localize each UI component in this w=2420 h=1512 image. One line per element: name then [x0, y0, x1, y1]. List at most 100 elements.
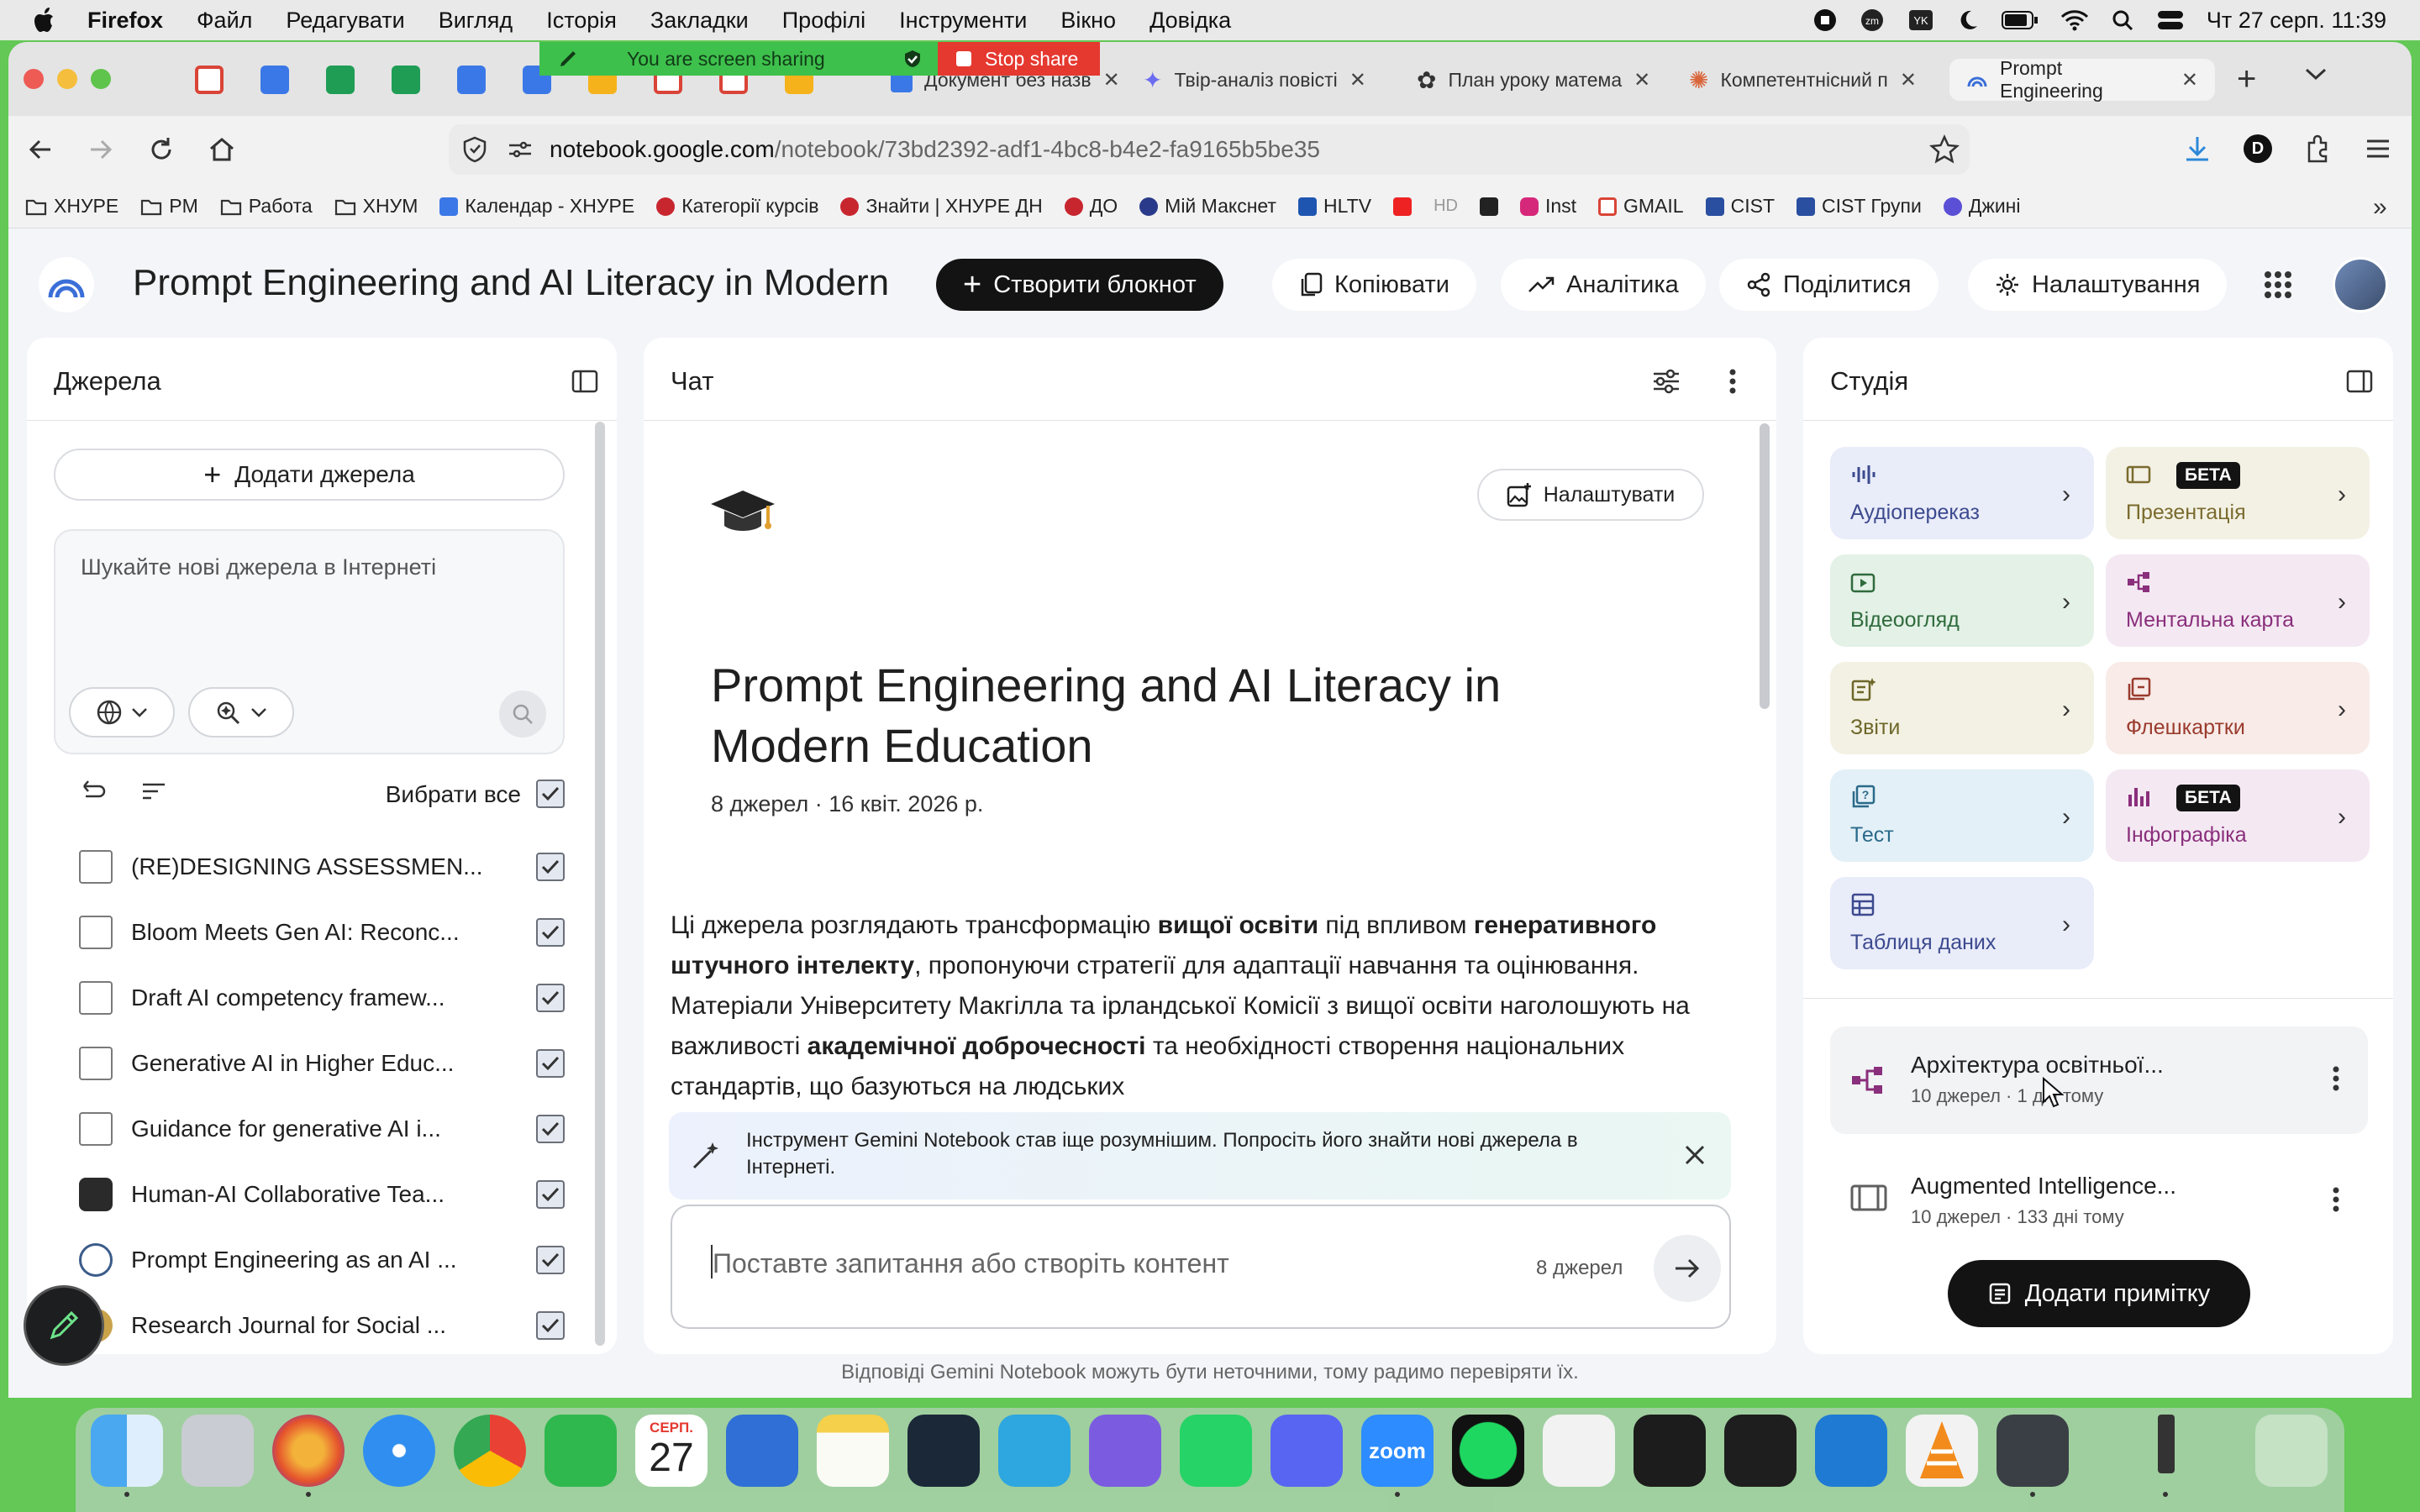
notebook-title[interactable]: Prompt Engineering and AI Literacy in Mo… — [133, 262, 889, 304]
menu-tools[interactable]: Інструменти — [899, 8, 1027, 34]
collapse-panel-icon[interactable] — [2346, 368, 2373, 395]
moon-icon[interactable] — [1956, 8, 1980, 32]
sheets-tab-icon[interactable] — [392, 66, 420, 94]
more-vert-icon[interactable] — [2331, 1186, 2341, 1213]
terminal-icon[interactable] — [1634, 1415, 1706, 1487]
address-bar[interactable]: notebook.google.com/notebook/73bd2392-ad… — [449, 124, 1970, 175]
close-tab-icon[interactable]: ✕ — [1103, 68, 1120, 92]
home-icon[interactable] — [207, 134, 237, 165]
sublime-text-icon[interactable] — [1996, 1415, 2069, 1487]
edit-fab-button[interactable] — [24, 1285, 104, 1366]
source-checkbox[interactable] — [536, 853, 565, 881]
keyboard-layout-icon[interactable]: YK — [1907, 8, 1934, 32]
chat-input[interactable]: Поставте запитання або створіть контент — [713, 1248, 1229, 1279]
bookmark-link[interactable]: Календар - ХНУРЕ — [439, 195, 634, 218]
user-avatar[interactable] — [2333, 257, 2388, 312]
bookmark-link[interactable]: ДО — [1064, 195, 1118, 218]
tab-competency[interactable]: ✺ Компетентнісний п ✕ — [1672, 59, 1933, 101]
customize-button[interactable]: Налаштувати — [1477, 469, 1704, 521]
steam-icon[interactable] — [908, 1415, 980, 1487]
notes-icon[interactable] — [817, 1415, 889, 1487]
mind-map-tile[interactable]: Ментальна карта › — [2106, 554, 2370, 647]
source-item[interactable]: Research Journal for Social ... — [79, 1305, 583, 1347]
source-checkbox[interactable] — [536, 918, 565, 947]
extensions-icon[interactable] — [2304, 134, 2333, 163]
vscode-icon[interactable] — [1815, 1415, 1887, 1487]
source-item[interactable]: Draft AI competency framew... — [79, 977, 583, 1019]
refresh-icon[interactable] — [77, 778, 106, 803]
source-item[interactable]: Bloom Meets Gen AI: Reconc... — [79, 911, 583, 953]
bookmark-link[interactable]: HD — [1434, 197, 1458, 216]
sheets-tab-icon[interactable] — [326, 66, 355, 94]
chat-options-icon[interactable] — [1652, 368, 1681, 395]
infographic-tile[interactable]: БЕТА Інфографіка › — [2106, 769, 2370, 862]
docs-tab-icon[interactable] — [457, 66, 486, 94]
audio-meter-icon[interactable] — [2158, 1415, 2175, 1473]
close-banner-icon[interactable] — [1682, 1142, 1707, 1168]
bookmark-star-icon[interactable] — [1929, 134, 1960, 165]
bookmark-link[interactable]: Джині — [1943, 195, 2021, 218]
zoom-app-icon[interactable]: zoom — [1361, 1415, 1434, 1487]
source-checkbox[interactable] — [536, 1115, 565, 1143]
finder-icon[interactable] — [91, 1415, 163, 1487]
menu-view[interactable]: Вигляд — [439, 8, 513, 34]
note-item[interactable]: Архітектура освітньої... 10 джерел · 1 д… — [1830, 1026, 2368, 1134]
source-checkbox[interactable] — [536, 1246, 565, 1274]
vlc-icon[interactable] — [1906, 1415, 1978, 1487]
more-vert-icon[interactable] — [1728, 368, 1738, 395]
source-item[interactable]: (RE)DESIGNING ASSESSMEN... — [79, 846, 583, 888]
bookmark-folder[interactable]: ХНУРЕ — [25, 195, 118, 218]
flashcards-tile[interactable]: Флешкартки › — [2106, 662, 2370, 754]
spotlight-search-icon[interactable] — [2111, 8, 2134, 32]
bookmark-link[interactable] — [1479, 197, 1498, 216]
bookmark-link[interactable]: GMAIL — [1598, 195, 1684, 218]
hamburger-menu-icon[interactable] — [2365, 136, 2391, 161]
quiz-tile[interactable]: ? Тест › — [1830, 769, 2094, 862]
forward-icon[interactable] — [86, 134, 116, 165]
bookmark-link[interactable]: Знайти | ХНУРЕ ДН — [840, 195, 1043, 218]
note-item[interactable]: Augmented Intelligence... 10 джерел · 13… — [1830, 1147, 2368, 1255]
robot-app-icon[interactable] — [1543, 1415, 1615, 1487]
analytics-button[interactable]: Аналітика — [1501, 259, 1706, 311]
web-source-selector[interactable] — [69, 687, 175, 738]
bookmark-folder[interactable]: PM — [140, 195, 198, 218]
close-tab-icon[interactable]: ✕ — [1634, 68, 1650, 92]
add-note-button[interactable]: Додати примітку — [1948, 1260, 2250, 1327]
clock[interactable]: Чт 27 серп. 11:39 — [2207, 8, 2386, 34]
calendar-app-icon[interactable]: СЕРП. 27 — [635, 1415, 708, 1487]
source-item[interactable]: Guidance for generative AI i... — [79, 1108, 583, 1150]
firefox-icon[interactable] — [272, 1415, 345, 1487]
send-button[interactable] — [1654, 1235, 1721, 1302]
zoom-status-icon[interactable]: zm — [1859, 8, 1886, 32]
whatsapp-icon[interactable] — [1180, 1415, 1252, 1487]
menu-profiles[interactable]: Профілі — [782, 8, 865, 34]
bookmark-link[interactable]: Мій Макснет — [1139, 195, 1276, 218]
trello-icon[interactable] — [726, 1415, 798, 1487]
source-checkbox[interactable] — [536, 1180, 565, 1209]
more-bookmarks-icon[interactable]: » — [2373, 193, 2387, 222]
bookmark-link[interactable]: Inst — [1519, 195, 1576, 218]
video-overview-tile[interactable]: Відеоогляд › — [1830, 554, 2094, 647]
more-vert-icon[interactable] — [2331, 1065, 2341, 1092]
audio-overview-tile[interactable]: Аудіопереказ › — [1830, 447, 2094, 539]
record-icon[interactable] — [1813, 8, 1837, 32]
source-item[interactable]: Generative AI in Higher Educ... — [79, 1042, 583, 1084]
tab-essay[interactable]: ✦ Твір-аналіз повісті ✕ — [1126, 59, 1383, 101]
bookmark-link[interactable]: CIST — [1705, 195, 1775, 218]
numbers-icon[interactable] — [544, 1415, 617, 1487]
wifi-icon[interactable] — [2060, 8, 2089, 32]
control-center-icon[interactable] — [2156, 8, 2185, 32]
downloads-icon[interactable] — [2183, 134, 2212, 163]
tab-lesson-plan[interactable]: ✿ План уроку матема ✕ — [1400, 59, 1667, 101]
stop-share-button[interactable]: Stop share — [938, 42, 1100, 76]
bookmark-link[interactable]: HLTV — [1297, 195, 1371, 218]
spotify-icon[interactable] — [1452, 1415, 1524, 1487]
data-table-tile[interactable]: Таблиця даних › — [1830, 877, 2094, 969]
safari-icon[interactable] — [363, 1415, 435, 1487]
research-mode-selector[interactable] — [188, 687, 294, 738]
source-checkbox[interactable] — [536, 1049, 565, 1078]
bookmark-link[interactable]: CIST Групи — [1797, 195, 1922, 218]
source-checkbox[interactable] — [536, 984, 565, 1012]
close-tab-icon[interactable]: ✕ — [2181, 68, 2198, 92]
chat-scrollbar[interactable] — [1760, 423, 1770, 709]
